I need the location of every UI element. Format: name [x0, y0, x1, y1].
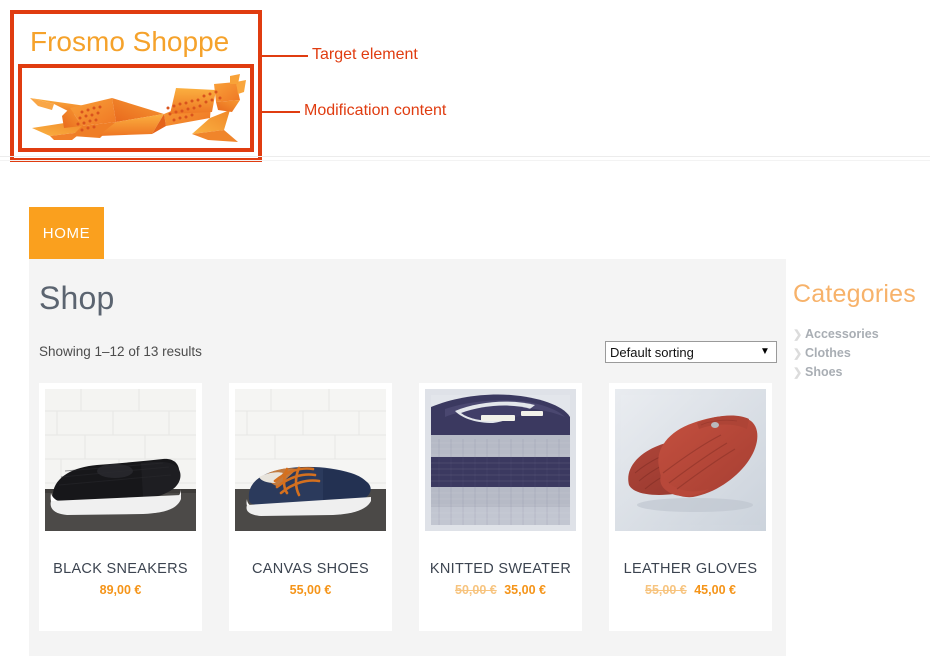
sidebar-item-label: Clothes	[805, 346, 851, 360]
product-card[interactable]: KNITTED SWEATER 50,00 € 35,00 €	[419, 383, 582, 631]
product-price: 55,00 €	[229, 583, 392, 597]
product-price-current: 45,00 €	[694, 583, 736, 597]
product-title[interactable]: LEATHER GLOVES	[609, 561, 772, 577]
product-price-current: 35,00 €	[504, 583, 546, 597]
product-title[interactable]: BLACK SNEAKERS	[39, 561, 202, 577]
product-price-current: 89,00 €	[100, 583, 142, 597]
product-price-current: 55,00 €	[290, 583, 332, 597]
sort-select[interactable]: Default sorting	[605, 341, 777, 363]
page-title: Shop	[39, 280, 115, 317]
screenshot-root: Frosmo Shoppe	[0, 0, 930, 656]
product-price: 89,00 €	[39, 583, 202, 597]
sidebar-item-shoes[interactable]: ❯ Shoes	[793, 365, 923, 379]
sidebar: Categories ❯ Accessories ❯ Clothes ❯ Sho…	[793, 280, 923, 384]
header-divider-secondary	[0, 160, 930, 161]
modification-content-highlight-box	[18, 64, 254, 152]
sidebar-item-label: Accessories	[805, 327, 879, 341]
result-count: Showing 1–12 of 13 results	[39, 344, 202, 359]
modification-content-leader-line	[262, 111, 300, 113]
product-card[interactable]: BLACK SNEAKERS 89,00 €	[39, 383, 202, 631]
sidebar-item-label: Shoes	[805, 365, 843, 379]
black-sneakers-photo[interactable]	[45, 389, 196, 531]
nav-item-home[interactable]: HOME	[29, 207, 104, 259]
leather-gloves-photo[interactable]	[615, 389, 766, 531]
main-navigation: HOME	[0, 207, 930, 259]
knitted-sweater-photo[interactable]	[425, 389, 576, 531]
modification-content-label: Modification content	[304, 102, 446, 120]
sidebar-item-clothes[interactable]: ❯ Clothes	[793, 346, 923, 360]
product-card[interactable]: LEATHER GLOVES 55,00 € 45,00 €	[609, 383, 772, 631]
canvas-shoes-photo[interactable]	[235, 389, 386, 531]
sidebar-item-accessories[interactable]: ❯ Accessories	[793, 327, 923, 341]
product-price-original: 55,00 €	[645, 583, 687, 597]
chevron-right-icon: ❯	[793, 347, 805, 360]
chevron-right-icon: ❯	[793, 328, 805, 341]
chevron-right-icon: ❯	[793, 366, 805, 379]
header-divider	[0, 156, 930, 157]
product-price: 50,00 € 35,00 €	[419, 583, 582, 597]
product-title[interactable]: CANVAS SHOES	[229, 561, 392, 577]
product-price: 55,00 € 45,00 €	[609, 583, 772, 597]
target-element-leader-line	[262, 55, 308, 57]
product-price-original: 50,00 €	[455, 583, 497, 597]
product-card[interactable]: CANVAS SHOES 55,00 €	[229, 383, 392, 631]
sidebar-title: Categories	[793, 280, 923, 309]
target-element-label: Target element	[312, 46, 418, 64]
product-title[interactable]: KNITTED SWEATER	[419, 561, 582, 577]
